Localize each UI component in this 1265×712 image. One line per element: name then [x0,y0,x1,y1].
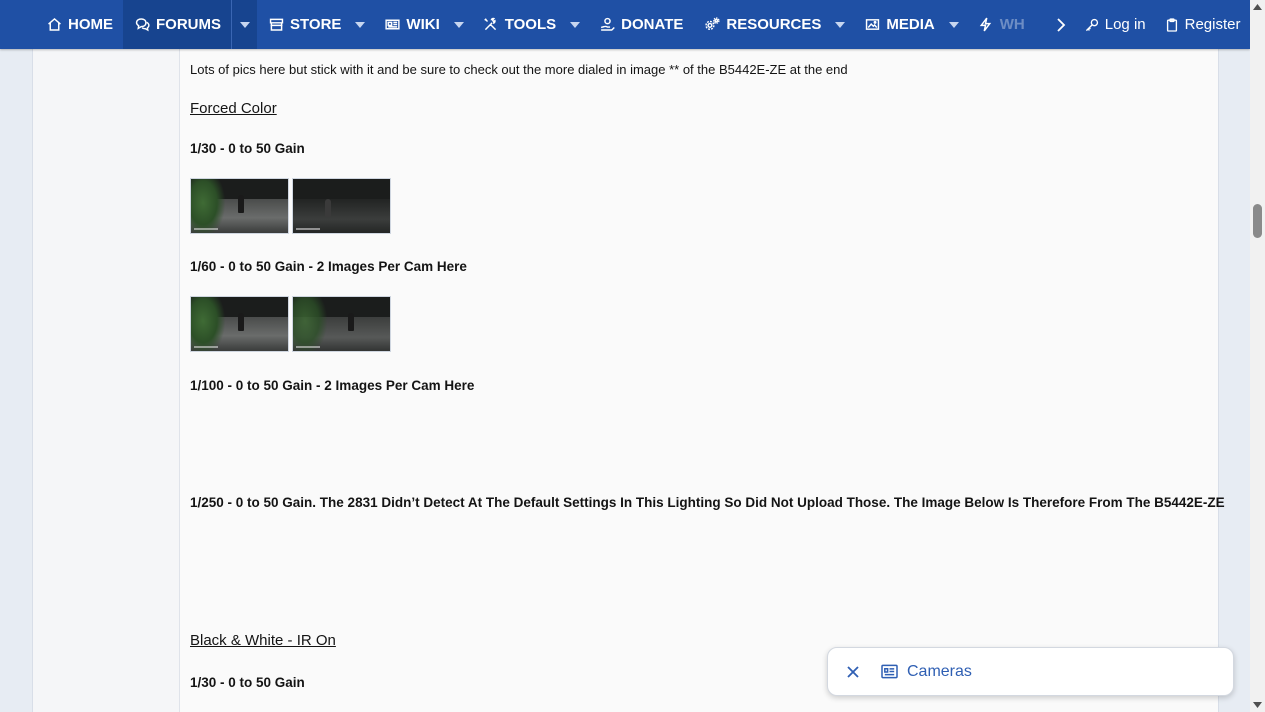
top-navigation: HOME FORUMS STORE WIKI TOOLS DONATE RESO… [0,0,1250,49]
login-link[interactable]: Log in [1075,0,1155,49]
register-link[interactable]: Register [1155,0,1250,49]
tools-icon [482,16,500,34]
login-label: Log in [1104,16,1146,33]
donate-icon [598,16,616,34]
media-dropdown-toggle[interactable] [941,0,967,49]
nav-forums[interactable]: FORUMS [123,0,231,49]
nav-home-label: HOME [68,16,113,33]
nav-store[interactable]: STORE [257,0,351,49]
nav-whats-new[interactable]: WH [967,0,1035,49]
exposure-label-1-30: 1/30 - 0 to 50 Gain [190,141,305,156]
thumbnail-group-1-60 [190,296,391,352]
nav-media-label: MEDIA [886,16,935,33]
home-icon [45,16,63,34]
resources-dropdown-toggle[interactable] [827,0,853,49]
exposure-label-bw-1-30: 1/30 - 0 to 50 Gain [190,675,305,690]
cameras-link[interactable]: Cameras [907,663,972,681]
nav-donate[interactable]: DONATE [588,0,693,49]
scroll-up-icon[interactable] [1253,3,1262,11]
store-dropdown-toggle[interactable] [347,0,373,49]
clipboard-icon [1166,17,1177,32]
close-icon[interactable] [843,662,863,682]
key-icon [1085,18,1098,31]
bolt-icon [977,16,995,34]
scrollbar-thumb[interactable] [1253,204,1262,238]
post-intro-text: Lots of pics here but stick with it and … [190,62,848,77]
exposure-label-1-60: 1/60 - 0 to 50 Gain - 2 Images Per Cam H… [190,259,467,274]
thumbnail-group-1-30 [190,178,391,234]
image-icon [863,16,881,34]
nav-donate-label: DONATE [621,16,684,33]
nav-resources-label: RESOURCES [726,16,822,33]
page-scrollbar[interactable] [1250,0,1265,712]
exposure-label-1-250: 1/250 - 0 to 50 Gain. The 2831 Didn’t De… [190,495,1225,510]
scroll-down-icon[interactable] [1253,701,1262,709]
nav-wiki[interactable]: WIKI [373,0,449,49]
newspaper-icon [383,16,401,34]
forums-dropdown-toggle[interactable] [231,0,257,49]
tools-dropdown-toggle[interactable] [562,0,588,49]
nav-whats-new-label: WH [999,16,1025,33]
camera-thumbnail[interactable] [190,296,289,352]
nav-wiki-label: WIKI [406,16,440,33]
section-heading-black-white: Black & White - IR On [190,632,336,649]
list-icon [881,664,899,680]
camera-thumbnail[interactable] [292,178,391,234]
nav-tools[interactable]: TOOLS [472,0,566,49]
nav-forums-label: FORUMS [156,16,221,33]
section-heading-forced-color: Forced Color [190,100,277,117]
nav-home[interactable]: HOME [35,0,123,49]
cogs-icon [703,16,721,34]
nav-tools-label: TOOLS [504,16,557,33]
nav-scroll-right-icon[interactable] [1049,0,1073,49]
exposure-label-1-100: 1/100 - 0 to 50 Gain - 2 Images Per Cam … [190,378,475,393]
nav-media[interactable]: MEDIA [853,0,944,49]
camera-thumbnail[interactable] [190,178,289,234]
post-user-column [33,0,180,712]
chat-icon [133,16,151,34]
store-icon [267,16,285,34]
camera-thumbnail[interactable] [292,296,391,352]
nav-resources[interactable]: RESOURCES [693,0,831,49]
register-label: Register [1184,16,1241,33]
wiki-dropdown-toggle[interactable] [446,0,472,49]
nav-account: Log in Register [1075,0,1250,49]
nav-store-label: STORE [290,16,342,33]
cameras-tag-toast: Cameras [827,647,1234,696]
